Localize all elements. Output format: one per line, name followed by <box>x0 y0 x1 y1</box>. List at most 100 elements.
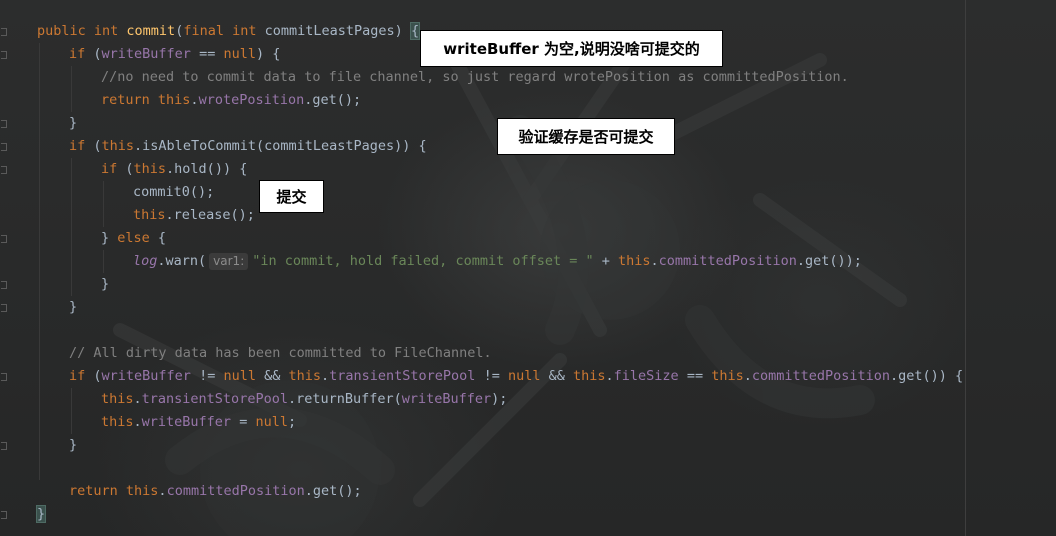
code-token: int <box>93 23 127 39</box>
fold-marker-icon[interactable] <box>1 51 7 59</box>
code-token: "in commit, hold failed, commit offset =… <box>252 253 594 269</box>
indent-guide <box>71 388 72 434</box>
fold-marker-icon[interactable] <box>1 281 7 289</box>
code-token: .hold()) { <box>166 161 248 177</box>
code-line[interactable]: if (this.hold()) { <box>101 158 247 181</box>
code-token: . <box>743 368 752 384</box>
code-line[interactable]: this.transientStorePool.returnBuffer(wri… <box>101 388 507 411</box>
code-token: ) { <box>255 46 281 62</box>
code-token: . <box>650 253 659 269</box>
code-line[interactable]: } else { <box>101 227 166 250</box>
code-token: writeBuffer <box>101 46 191 62</box>
code-token: writeBuffer <box>401 391 492 407</box>
code-line[interactable]: return this.wrotePosition.get(); <box>101 89 361 112</box>
code-line[interactable]: //no need to commit data to file channel… <box>101 66 849 89</box>
fold-marker-icon[interactable] <box>1 304 7 312</box>
code-token: } <box>69 437 78 453</box>
code-token: null <box>507 368 549 384</box>
code-line[interactable]: } <box>101 273 109 296</box>
code-token: . <box>321 368 330 384</box>
code-token: .warn( <box>157 253 207 269</box>
code-token: .get(); <box>304 483 362 499</box>
indent-guide <box>71 158 72 296</box>
callout-commit: 提交 <box>259 180 324 213</box>
code-token: this <box>133 161 167 177</box>
editor-gutter <box>0 0 16 536</box>
code-token: this <box>711 368 744 384</box>
indent-guide <box>39 43 40 480</box>
fold-marker-icon[interactable] <box>1 235 7 243</box>
code-token: committedPosition <box>751 368 891 384</box>
code-token: } <box>35 505 47 523</box>
fold-marker-icon[interactable] <box>1 442 7 450</box>
code-token: .returnBuffer( <box>287 391 402 407</box>
fold-marker-icon[interactable] <box>1 166 7 174</box>
code-token: && <box>548 368 573 384</box>
code-token: null <box>223 46 256 62</box>
code-token: null <box>255 414 288 430</box>
code-line[interactable]: } <box>69 112 77 135</box>
code-token: commit0(); <box>133 184 215 200</box>
fold-marker-icon[interactable] <box>1 143 7 151</box>
code-token: if <box>101 161 126 177</box>
code-token: .release(); <box>165 207 255 223</box>
code-token: . <box>190 92 199 108</box>
code-token: && <box>264 368 289 384</box>
fold-marker-icon[interactable] <box>1 511 7 519</box>
parameter-hint: var1: <box>209 253 249 270</box>
code-token: //no need to commit data to file channel… <box>101 69 849 85</box>
code-token: this <box>573 368 606 384</box>
code-token: committedPosition <box>658 253 797 269</box>
code-token: if <box>69 368 94 384</box>
code-line[interactable]: this.release(); <box>133 204 255 227</box>
code-token: } <box>69 115 78 131</box>
callout-verify-cache: 验证缓存是否可提交 <box>497 118 675 155</box>
indent-guide <box>103 181 104 227</box>
code-line[interactable]: } <box>35 503 47 526</box>
code-token: ; <box>287 414 297 430</box>
code-token: this <box>157 92 191 108</box>
code-token: ( <box>93 138 102 154</box>
code-token: != <box>190 368 224 384</box>
code-line[interactable]: if (writeBuffer == null) { <box>69 43 280 66</box>
code-line[interactable]: // All dirty data has been committed to … <box>69 342 492 365</box>
code-token: int <box>232 23 265 39</box>
fold-marker-icon[interactable] <box>1 28 7 36</box>
code-token: . <box>605 368 614 384</box>
code-token: != <box>475 368 508 384</box>
code-line[interactable]: this.writeBuffer = null; <box>101 411 296 434</box>
code-token: this <box>101 138 135 154</box>
code-token: } <box>69 299 78 315</box>
code-editor[interactable]: public int commit (final int commitLeastP… <box>0 0 1056 536</box>
code-line[interactable]: } <box>69 434 77 457</box>
code-token: this <box>101 391 134 407</box>
code-token: this <box>288 368 321 384</box>
code-line[interactable]: log.warn(var1: "in commit, hold failed, c… <box>133 250 862 273</box>
code-token: // All dirty data has been committed to … <box>69 345 492 361</box>
code-token: log <box>133 253 158 269</box>
code-line[interactable]: } <box>69 296 77 319</box>
code-token: writeBuffer <box>141 414 232 430</box>
code-line[interactable]: if (writeBuffer != null && this.transien… <box>69 365 963 388</box>
code-token: this <box>133 207 166 223</box>
code-token: ( <box>93 368 102 384</box>
code-token: commit <box>126 23 176 39</box>
code-token: public <box>37 23 94 39</box>
code-token: this <box>101 414 134 430</box>
code-token: if <box>69 46 94 62</box>
code-token: .isAbleToCommit(commitLeastPages)) { <box>134 138 427 154</box>
code-line[interactable]: return this.committedPosition.get(); <box>69 480 362 503</box>
callout-write-buffer-null: writeBuffer 为空,说明没啥可提交的 <box>420 30 723 67</box>
code-token: ( <box>125 161 134 177</box>
code-token: == <box>190 46 224 62</box>
fold-marker-icon[interactable] <box>1 373 7 381</box>
code-token: ); <box>491 391 508 407</box>
code-token: transientStorePool <box>141 391 288 407</box>
code-token: null <box>223 368 265 384</box>
code-token: } <box>101 230 118 246</box>
code-line[interactable]: if (this.isAbleToCommit(commitLeastPages… <box>69 135 427 158</box>
code-line[interactable]: public int commit(final int commitLeastP… <box>37 20 421 43</box>
right-margin-guide <box>965 0 966 536</box>
fold-marker-icon[interactable] <box>1 120 7 128</box>
code-line[interactable]: commit0(); <box>133 181 214 204</box>
